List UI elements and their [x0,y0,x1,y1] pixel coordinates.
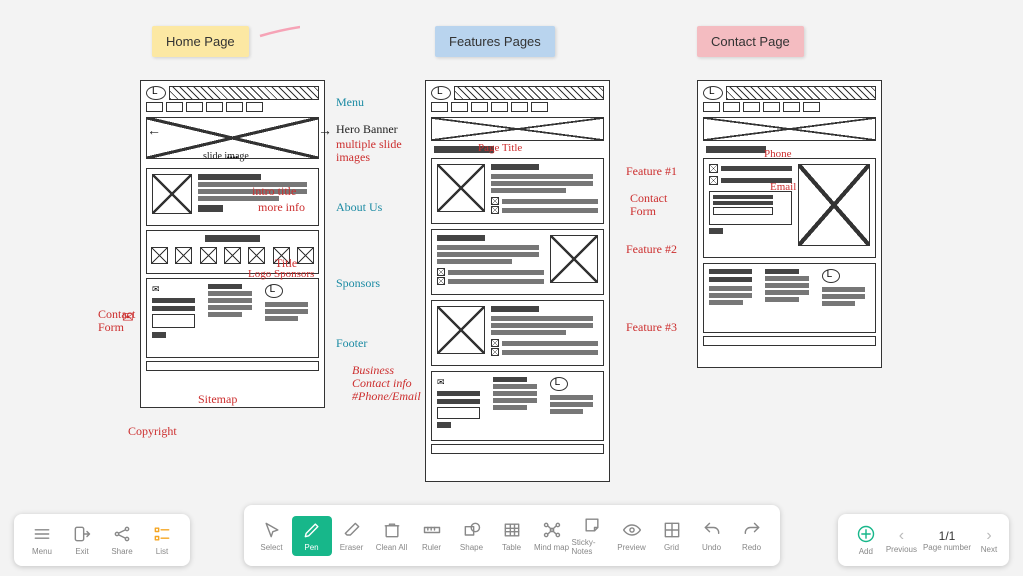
page-number: 1/1 [933,529,962,543]
label-sponsors: Sponsors [336,276,380,291]
toolbar-left: Menu Exit Share List [14,514,190,566]
preview-tool[interactable]: Preview [612,516,652,556]
label-f1: Feature #1 [626,164,677,179]
label-hero: Hero Banner [336,122,398,137]
label-contactform: Contact Form [98,308,142,333]
menu-button[interactable]: Menu [22,520,62,560]
next-page-button[interactable]: › [977,527,1001,545]
envelope-icon: ✉ [122,310,134,327]
label-logosp: Logo Sponsors [248,268,314,280]
stickynotes-tool[interactable]: Sticky-Notes [572,511,612,560]
wireframe-contact: L [697,80,882,368]
label-copyright: Copyright [128,424,177,439]
label-contactform2: Contact Form [630,192,674,217]
list-button[interactable]: List [142,520,182,560]
table-tool[interactable]: Table [492,516,532,556]
undo-tool[interactable]: Undo [692,516,732,556]
toolbar-center: Select Pen Eraser Clean All Ruler Shape … [244,505,780,566]
label-phone: Phone [764,148,792,160]
shape-tool[interactable]: Shape [452,516,492,556]
label-about: About Us [336,200,382,215]
ruler-tool[interactable]: Ruler [412,516,452,556]
exit-button[interactable]: Exit [62,520,102,560]
label-more: more info [258,200,305,215]
sticky-features[interactable]: Features Pages [435,26,555,57]
chevron-right-icon: → [318,124,332,140]
label-business: Business Contact info #Phone/Email [352,364,432,404]
chevron-left-icon: ← [147,124,161,140]
label-multi: multiple slide images [336,138,416,164]
label-sitemap: Sitemap [198,392,237,407]
pen-tool[interactable]: Pen [292,516,332,556]
label-f3: Feature #3 [626,320,677,335]
label-slide-image: slide image [203,151,249,162]
cleanall-tool[interactable]: Clean All [372,516,412,556]
label-intro: intro title [252,184,296,199]
sticky-contact[interactable]: Contact Page [697,26,804,57]
toolbar-right: Add ‹ Previous 1/1 Page number › Next [838,514,1009,566]
select-tool[interactable]: Select [252,516,292,556]
mindmap-tool[interactable]: Mind map [532,516,572,556]
sticky-home[interactable]: Home Page [152,26,249,57]
label-email: Email [770,181,796,193]
redo-tool[interactable]: Redo [732,516,772,556]
label-f2: Feature #2 [626,242,677,257]
eraser-tool[interactable]: Eraser [332,516,372,556]
label-pagetitle: Page Title [478,142,522,154]
wireframe-home: L slide image •••• ✉ [140,80,325,408]
grid-tool[interactable]: Grid [652,516,692,556]
wireframe-features: L [425,80,610,482]
prev-page-button[interactable]: ‹ [889,527,913,545]
label-menu: Menu [336,95,364,110]
share-button[interactable]: Share [102,520,142,560]
add-page-button[interactable]: Add [846,520,886,560]
label-footer: Footer [336,336,367,351]
